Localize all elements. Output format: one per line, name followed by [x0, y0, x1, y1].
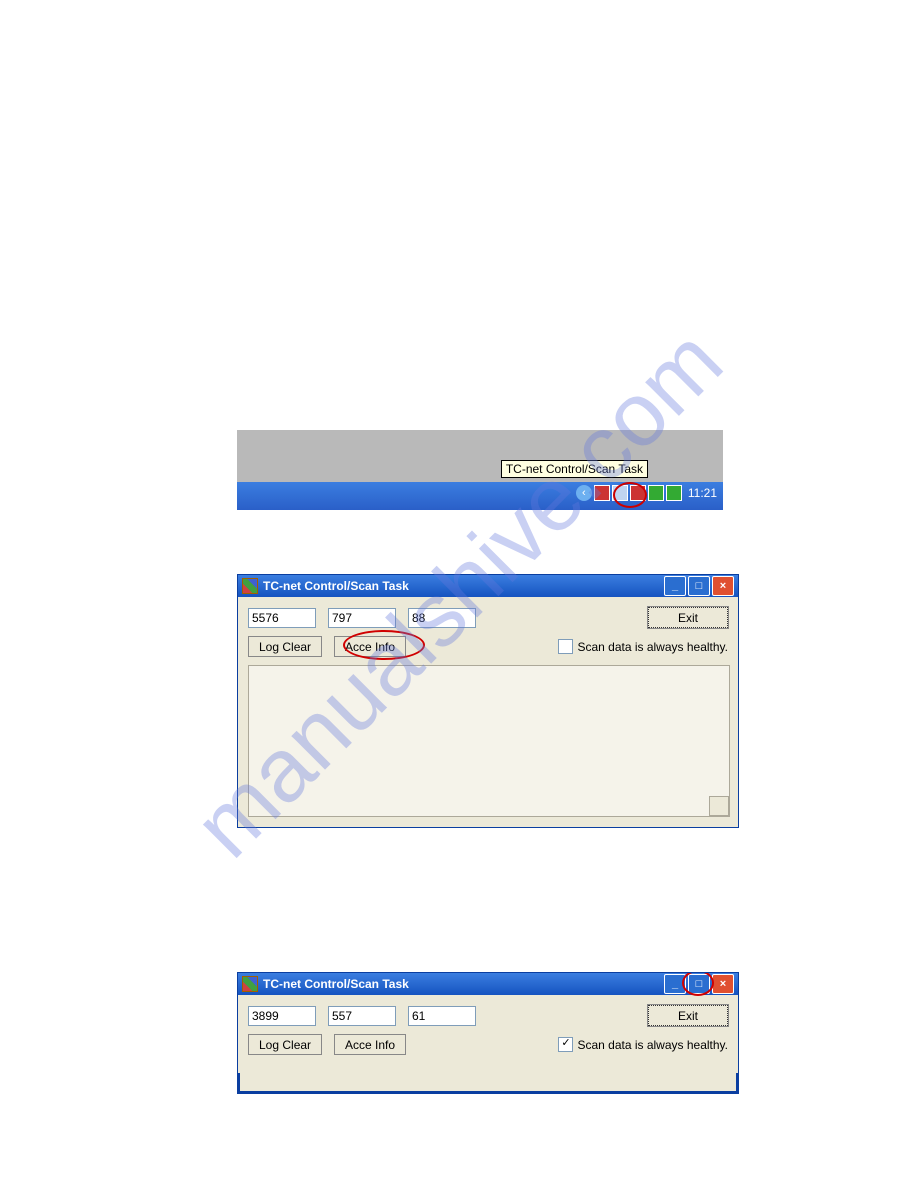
system-tray: ‹ 11:21: [576, 485, 717, 501]
counter-field-1[interactable]: [248, 608, 316, 628]
log-clear-button[interactable]: Log Clear: [248, 636, 322, 657]
titlebar[interactable]: TC-net Control/Scan Task _ □ ×: [238, 973, 738, 995]
scan-healthy-checkbox-wrap[interactable]: ✓ Scan data is always healthy.: [558, 1037, 728, 1052]
tcnet-window-1: TC-net Control/Scan Task _ □ × Exit Log …: [237, 574, 739, 828]
counter-row: Exit: [248, 1005, 728, 1026]
app-icon: [242, 976, 258, 992]
log-clear-button[interactable]: Log Clear: [248, 1034, 322, 1055]
log-textarea[interactable]: [248, 665, 730, 817]
counter-field-2[interactable]: [328, 1006, 396, 1026]
counter-field-1[interactable]: [248, 1006, 316, 1026]
tray-icon[interactable]: [630, 485, 646, 501]
minimize-button[interactable]: _: [664, 576, 686, 596]
app-icon: [242, 578, 258, 594]
titlebar[interactable]: TC-net Control/Scan Task _ □ ×: [238, 575, 738, 597]
scan-healthy-checkbox-wrap[interactable]: Scan data is always healthy.: [558, 639, 728, 654]
tray-icon[interactable]: [648, 485, 664, 501]
counter-row: Exit: [248, 607, 728, 628]
tray-clock: 11:21: [684, 486, 717, 500]
window-title: TC-net Control/Scan Task: [263, 579, 664, 593]
tray-icon-tcnet[interactable]: [612, 485, 628, 501]
taskbar-screenshot: TC-net Control/Scan Task ‹ 11:21: [237, 430, 723, 510]
counter-field-2[interactable]: [328, 608, 396, 628]
checkbox-label: Scan data is always healthy.: [577, 1038, 728, 1052]
acce-info-button[interactable]: Acce Info: [334, 1034, 406, 1055]
taskbar: TC-net Control/Scan Task ‹ 11:21: [237, 482, 723, 510]
window-buttons: _ □ ×: [664, 974, 734, 994]
tray-expand-arrow-icon[interactable]: ‹: [576, 485, 592, 501]
checkbox-icon[interactable]: ✓: [558, 1037, 573, 1052]
window-body: Exit Log Clear Acce Info ✓ Scan data is …: [238, 995, 738, 1073]
scroll-corner-icon: [709, 796, 729, 816]
exit-button[interactable]: Exit: [648, 1005, 728, 1026]
tcnet-window-2: TC-net Control/Scan Task _ □ × Exit Log …: [237, 972, 739, 1094]
maximize-button[interactable]: □: [688, 974, 710, 994]
button-row: Log Clear Acce Info ✓ Scan data is alway…: [248, 1034, 728, 1055]
acce-info-button[interactable]: Acce Info: [334, 636, 406, 657]
maximize-button[interactable]: □: [688, 576, 710, 596]
tray-icon[interactable]: [594, 485, 610, 501]
counter-field-3[interactable]: [408, 608, 476, 628]
minimize-button[interactable]: _: [664, 974, 686, 994]
exit-button[interactable]: Exit: [648, 607, 728, 628]
window-buttons: _ □ ×: [664, 576, 734, 596]
close-button[interactable]: ×: [712, 576, 734, 596]
tray-icon[interactable]: [666, 485, 682, 501]
counter-field-3[interactable]: [408, 1006, 476, 1026]
checkbox-icon[interactable]: [558, 639, 573, 654]
window-title: TC-net Control/Scan Task: [263, 977, 664, 991]
desktop-gray-area: [237, 430, 723, 482]
tray-tooltip: TC-net Control/Scan Task: [501, 460, 648, 478]
checkbox-label: Scan data is always healthy.: [577, 640, 728, 654]
window-body: Exit Log Clear Acce Info Scan data is al…: [238, 597, 738, 827]
button-row: Log Clear Acce Info Scan data is always …: [248, 636, 728, 657]
close-button[interactable]: ×: [712, 974, 734, 994]
